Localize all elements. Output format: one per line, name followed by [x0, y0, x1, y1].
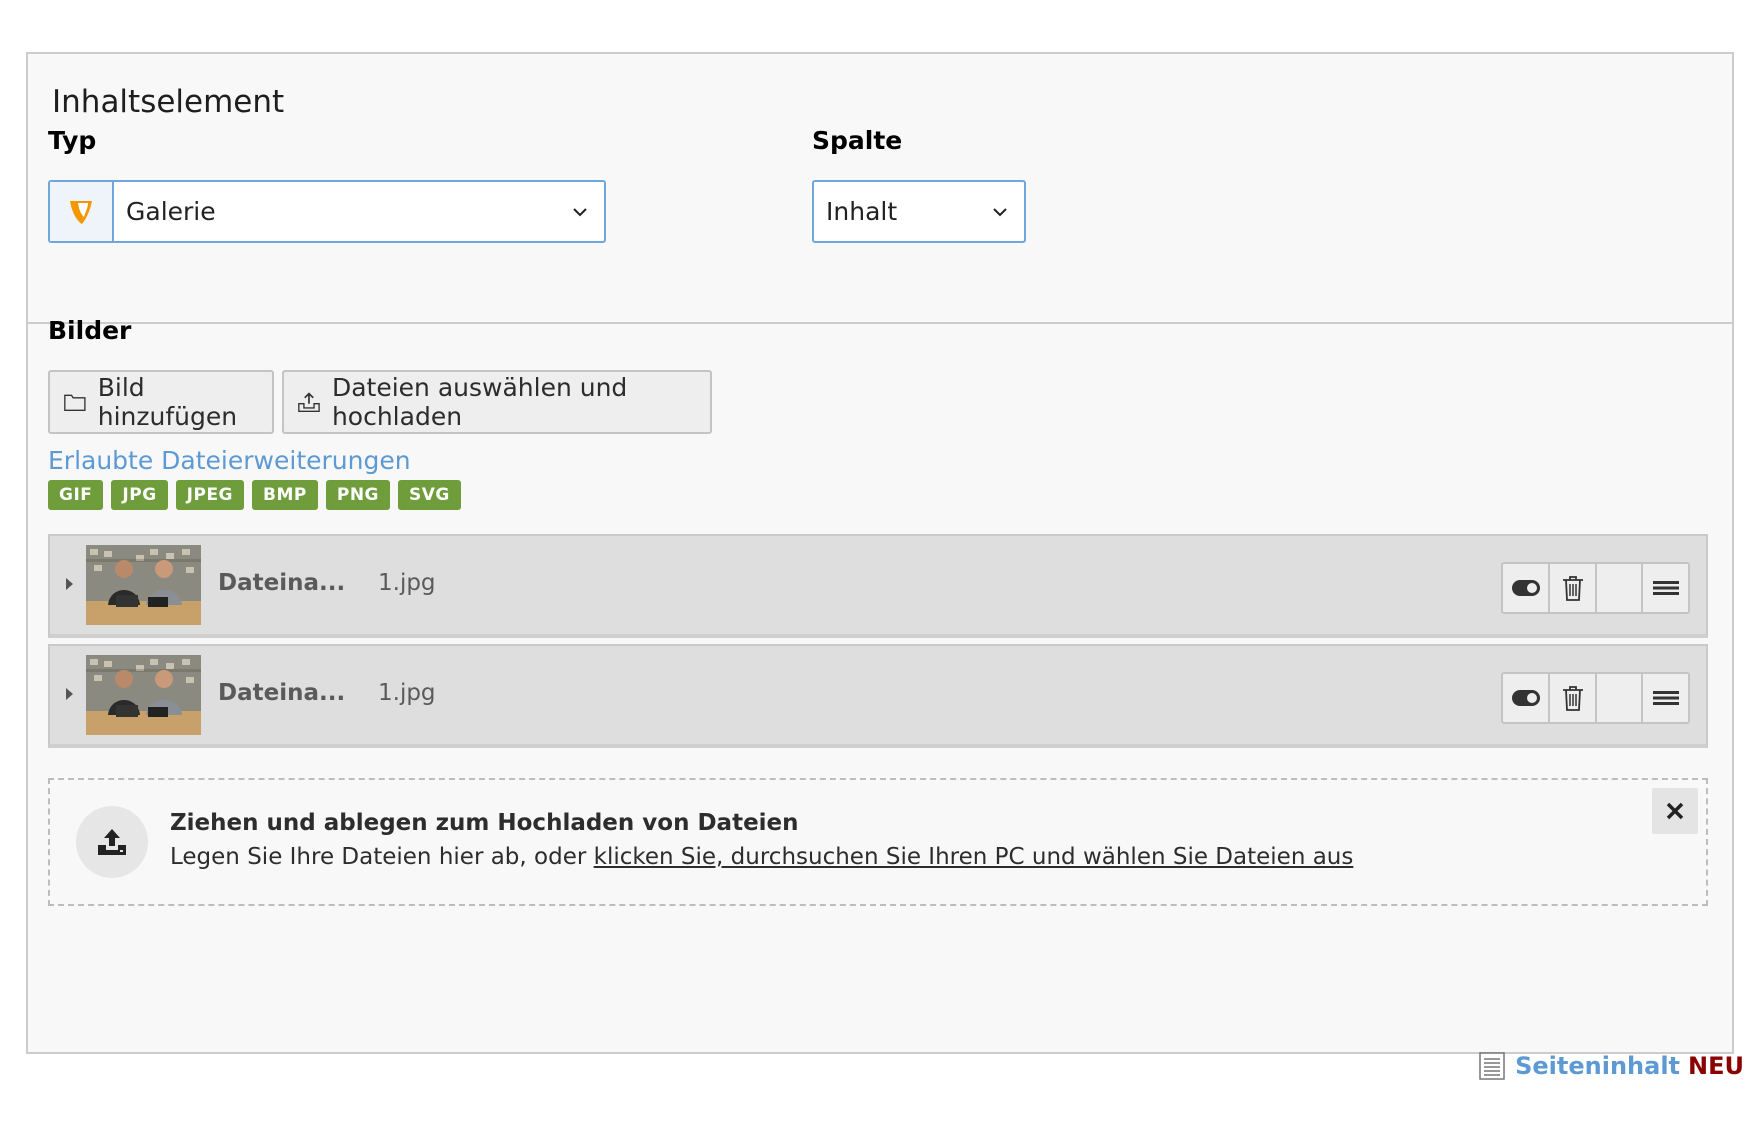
extension-badges: GIF JPG JPEG BMP PNG SVG [48, 480, 461, 510]
upload-files-label: Dateien auswählen und hochladen [331, 373, 628, 431]
extension-badge: JPG [111, 480, 168, 510]
footer-label: Seiteninhalt [1515, 1052, 1681, 1080]
file-thumbnail [86, 545, 201, 625]
caret-right-icon[interactable] [64, 686, 76, 702]
drag-handle-icon [1652, 691, 1679, 705]
close-icon [1666, 802, 1684, 820]
close-dropzone-button[interactable] [1652, 788, 1698, 834]
file-thumbnail [86, 655, 201, 735]
extension-badge: GIF [48, 480, 104, 510]
chevron-down-icon [573, 208, 587, 217]
upload-files-button[interactable]: Dateien auswählen und hochladen [282, 370, 712, 434]
drag-handle-icon [1652, 581, 1679, 595]
file-row[interactable]: Dateina... 1.jpg [48, 534, 1708, 638]
delete-button[interactable] [1550, 564, 1597, 612]
file-name-value: 1.jpg [378, 570, 436, 596]
drag-handle[interactable] [1643, 674, 1688, 722]
column-label: Spalte [812, 126, 903, 155]
type-select-value: Galerie [126, 197, 216, 226]
upload-icon [298, 392, 320, 412]
empty-control [1597, 564, 1643, 612]
upload-dropzone[interactable]: Ziehen und ablegen zum Hochladen von Dat… [48, 778, 1708, 906]
extension-badge: SVG [398, 480, 461, 510]
extension-badge: PNG [325, 480, 390, 510]
trash-icon [1562, 686, 1583, 711]
drag-handle[interactable] [1643, 564, 1688, 612]
column-select[interactable]: Inhalt [812, 180, 1026, 243]
extension-badge: JPEG [175, 480, 245, 510]
typo3-icon [50, 182, 114, 241]
content-element-panel: Inhaltselement Typ Galerie Spalte Inhalt… [26, 52, 1734, 1054]
browse-files-link[interactable]: klicken Sie, durchsuchen Sie Ihren PC un… [594, 844, 1354, 870]
section-title: Inhaltselement [52, 84, 285, 120]
folder-icon [64, 394, 86, 412]
page-footer: Seiteninhalt NEU [1479, 1052, 1744, 1080]
dropzone-title: Ziehen und ablegen zum Hochladen von Dat… [170, 810, 799, 836]
file-controls [1501, 672, 1690, 724]
add-image-button[interactable]: Bild hinzufügen [48, 370, 274, 434]
toggle-on-icon [1511, 690, 1540, 706]
delete-button[interactable] [1550, 674, 1597, 722]
page-content-icon [1479, 1052, 1505, 1080]
extension-badge: BMP [252, 480, 318, 510]
file-name-label: Dateina... [218, 570, 346, 596]
trash-icon [1562, 576, 1583, 601]
add-image-label: Bild hinzufügen [97, 373, 238, 431]
new-badge: NEU [1688, 1052, 1744, 1080]
upload-icon [76, 806, 148, 878]
toggle-visibility-button[interactable] [1503, 674, 1550, 722]
type-label: Typ [48, 126, 97, 155]
caret-right-icon[interactable] [64, 576, 76, 592]
allowed-extensions-link[interactable]: Erlaubte Dateierweiterungen [48, 446, 411, 475]
empty-control [1597, 674, 1643, 722]
file-name-value: 1.jpg [378, 680, 436, 706]
dropzone-text-prefix: Legen Sie Ihre Dateien hier ab, oder [170, 844, 594, 870]
images-label: Bilder [48, 316, 132, 345]
file-row[interactable]: Dateina... 1.jpg [48, 644, 1708, 748]
chevron-down-icon [993, 208, 1007, 217]
column-select-value: Inhalt [826, 197, 898, 226]
file-controls [1501, 562, 1690, 614]
file-name-label: Dateina... [218, 680, 346, 706]
type-select[interactable]: Galerie [48, 180, 606, 243]
general-section: Inhaltselement Typ Galerie Spalte Inhalt [28, 54, 1732, 324]
dropzone-text: Legen Sie Ihre Dateien hier ab, oder kli… [170, 844, 1353, 870]
toggle-visibility-button[interactable] [1503, 564, 1550, 612]
toggle-on-icon [1511, 580, 1540, 596]
